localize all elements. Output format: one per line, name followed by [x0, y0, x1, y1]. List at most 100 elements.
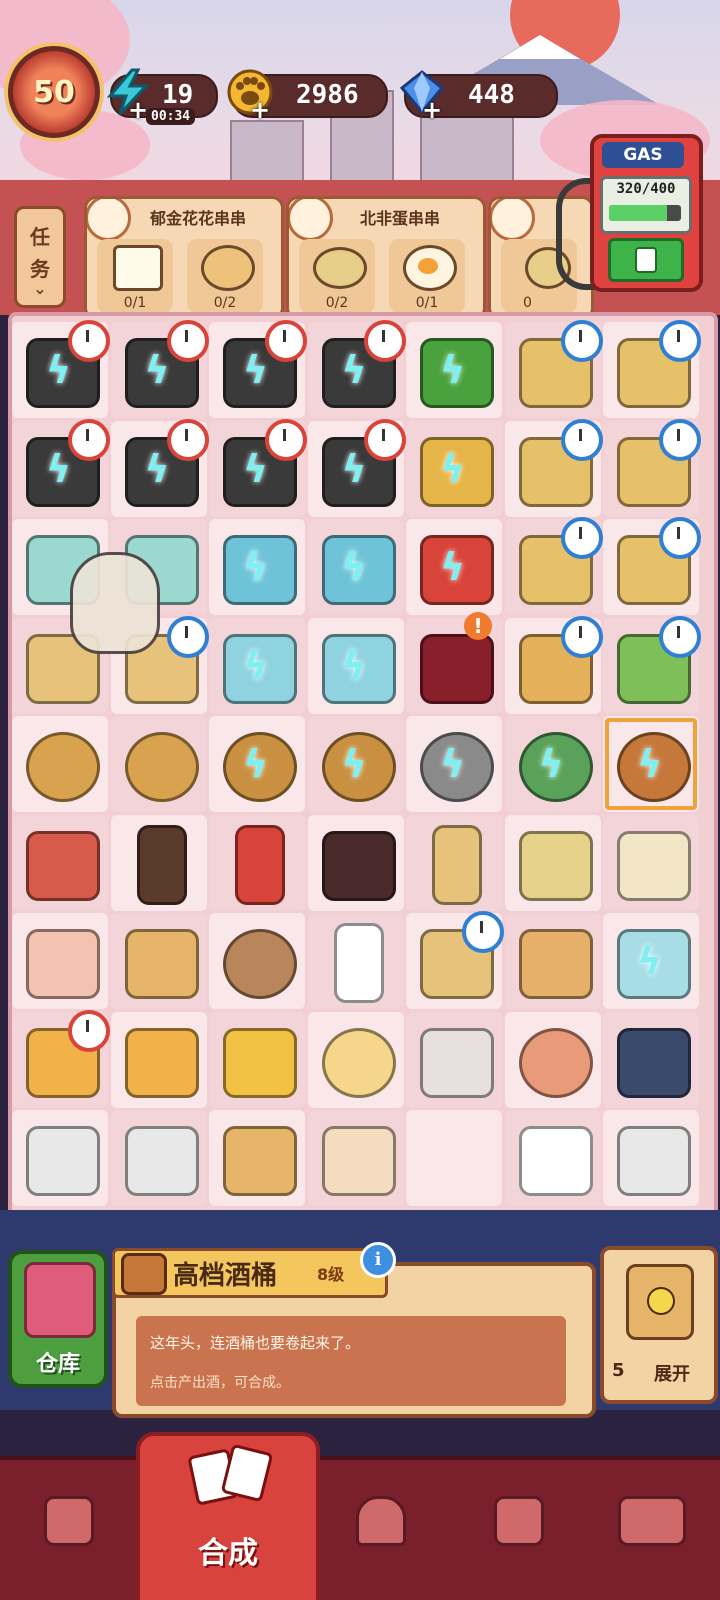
storage-button[interactable]: 仓库 [8, 1250, 108, 1388]
board-cell[interactable] [603, 1110, 699, 1206]
board-cell[interactable] [209, 814, 305, 911]
board-cell[interactable]: ϟ [504, 716, 601, 812]
board-cell[interactable] [209, 913, 305, 1009]
board-cell[interactable]: ϟ [110, 320, 209, 418]
board-cell[interactable] [603, 517, 701, 615]
board-cell[interactable]: ϟ [406, 322, 502, 418]
gas-pump[interactable]: GAS 320/400 [590, 134, 703, 292]
board-cell[interactable]: ϟ [307, 716, 404, 812]
info-icon[interactable]: i [360, 1242, 396, 1278]
board-cell[interactable] [110, 913, 207, 1009]
robot-figure-icon [420, 1027, 494, 1098]
gas-label: GAS [602, 142, 684, 168]
board-cell[interactable]: ϟ [307, 519, 404, 615]
skewer-dish-icon [491, 199, 535, 241]
player-level-badge[interactable]: 50 [8, 46, 100, 138]
requirement-count: 0/1 [415, 295, 439, 311]
board-cell[interactable] [504, 320, 603, 418]
board-cell[interactable] [504, 1110, 601, 1206]
vinegar-bottle-icon [432, 824, 482, 905]
board-cell[interactable]: ϟ [209, 320, 307, 418]
board-cell[interactable]: ϟ [209, 519, 305, 615]
fuel-can-button[interactable] [608, 238, 684, 282]
gem-value: 448 [468, 80, 515, 110]
stopwatch-icon [363, 320, 406, 362]
board-cell[interactable]: ϟ [406, 716, 502, 812]
board-cell[interactable] [307, 1110, 404, 1206]
board-cell[interactable]: ϟ [307, 320, 406, 418]
board-cell[interactable] [504, 1011, 601, 1108]
task-button[interactable]: 任 务 ⌄ [14, 206, 66, 308]
cat-scroll-icon [321, 1126, 396, 1196]
board-cell[interactable] [209, 1110, 305, 1206]
expand-label: 展开 [654, 1364, 690, 1385]
gas-value: 320/400 [616, 181, 676, 197]
nav-restaurant[interactable] [332, 1476, 422, 1576]
order-card[interactable]: 郁金花花串串 0/1 0/2 [84, 196, 284, 320]
order-card[interactable]: 北非蛋串串 0/2 0/1 [286, 196, 486, 320]
energy-bolt-icon: ϟ [341, 348, 367, 392]
board-cell[interactable] [307, 814, 404, 911]
board-cell[interactable] [110, 1011, 207, 1108]
board-cell[interactable] [12, 1110, 108, 1206]
energy-bolt-icon: ϟ [243, 348, 269, 392]
energy-bolt-icon: ϟ [243, 643, 269, 688]
board-cell[interactable]: ϟ [307, 418, 406, 517]
board-cell[interactable] [603, 1011, 699, 1108]
board-cell[interactable] [12, 913, 108, 1009]
board-cell[interactable] [406, 1011, 502, 1108]
board-cell[interactable] [504, 913, 601, 1009]
board-cell[interactable] [406, 814, 502, 911]
board-cell[interactable] [209, 1011, 305, 1108]
nav-shop[interactable] [20, 1476, 110, 1576]
item-description: 这年头，连酒桶也要卷起来了。 [150, 1334, 361, 1352]
gem-counter[interactable]: + 448 [399, 70, 558, 124]
board-cell[interactable]: ϟ [209, 418, 307, 517]
wood-bucket-icon [26, 732, 100, 802]
nav-map[interactable] [470, 1476, 560, 1576]
sauce-jar-icon [321, 830, 396, 901]
board-cell[interactable] [603, 320, 701, 418]
board-cell[interactable]: ϟ [603, 716, 699, 812]
board-cell[interactable] [603, 615, 701, 714]
requirement-count: 0 [523, 295, 532, 311]
expand-panel[interactable]: 5 展开 [600, 1246, 718, 1404]
board-cell[interactable]: ϟ [406, 420, 502, 517]
coin-counter[interactable]: + 2986 [227, 69, 388, 124]
energy-bolt-icon: ϟ [341, 742, 367, 786]
board-cell[interactable] [307, 913, 404, 1009]
item-description-box: 这年头，连酒桶也要卷起来了。 点击产出酒，可合成。 [136, 1316, 566, 1406]
board-cell[interactable] [504, 615, 603, 714]
board-cell[interactable] [406, 911, 504, 1009]
board-cell[interactable]: ϟ [209, 716, 305, 812]
board-cell[interactable] [12, 814, 108, 911]
board-cell[interactable] [504, 418, 603, 517]
nav-merge[interactable]: 合成 [136, 1432, 320, 1600]
energy-bolt-icon: ϟ [243, 742, 269, 786]
nav-bus[interactable] [604, 1476, 694, 1576]
board-cell[interactable]: ϟ [307, 617, 404, 714]
board-cell[interactable] [504, 814, 601, 911]
board-cell[interactable] [504, 517, 603, 615]
item-name: 高档酒桶 [173, 1261, 278, 1291]
board-cell[interactable]: ϟ [209, 617, 305, 714]
board-cell[interactable]: ϟ [110, 418, 209, 517]
board-cell[interactable]: ! [406, 611, 502, 714]
golden-crossbow-icon [223, 1027, 297, 1098]
board-cell[interactable] [12, 1009, 110, 1108]
energy-bolt-icon: ϟ [243, 446, 269, 491]
board-cell[interactable] [603, 418, 701, 517]
cloche-icon [356, 1496, 406, 1546]
board-cell[interactable] [307, 1011, 404, 1108]
board-cell[interactable]: ϟ [12, 418, 110, 517]
coin-plus: + [250, 96, 271, 124]
board-cell[interactable] [603, 814, 699, 911]
board-cell[interactable] [110, 716, 207, 812]
board-cell[interactable]: ϟ [12, 320, 110, 418]
board-cell[interactable] [12, 716, 108, 812]
board-cell[interactable] [110, 814, 207, 911]
board-cell[interactable]: ϟ [603, 913, 699, 1009]
board-cell[interactable]: ϟ [406, 519, 502, 615]
board-cell[interactable] [110, 1110, 207, 1206]
board-cell[interactable] [406, 1110, 502, 1206]
